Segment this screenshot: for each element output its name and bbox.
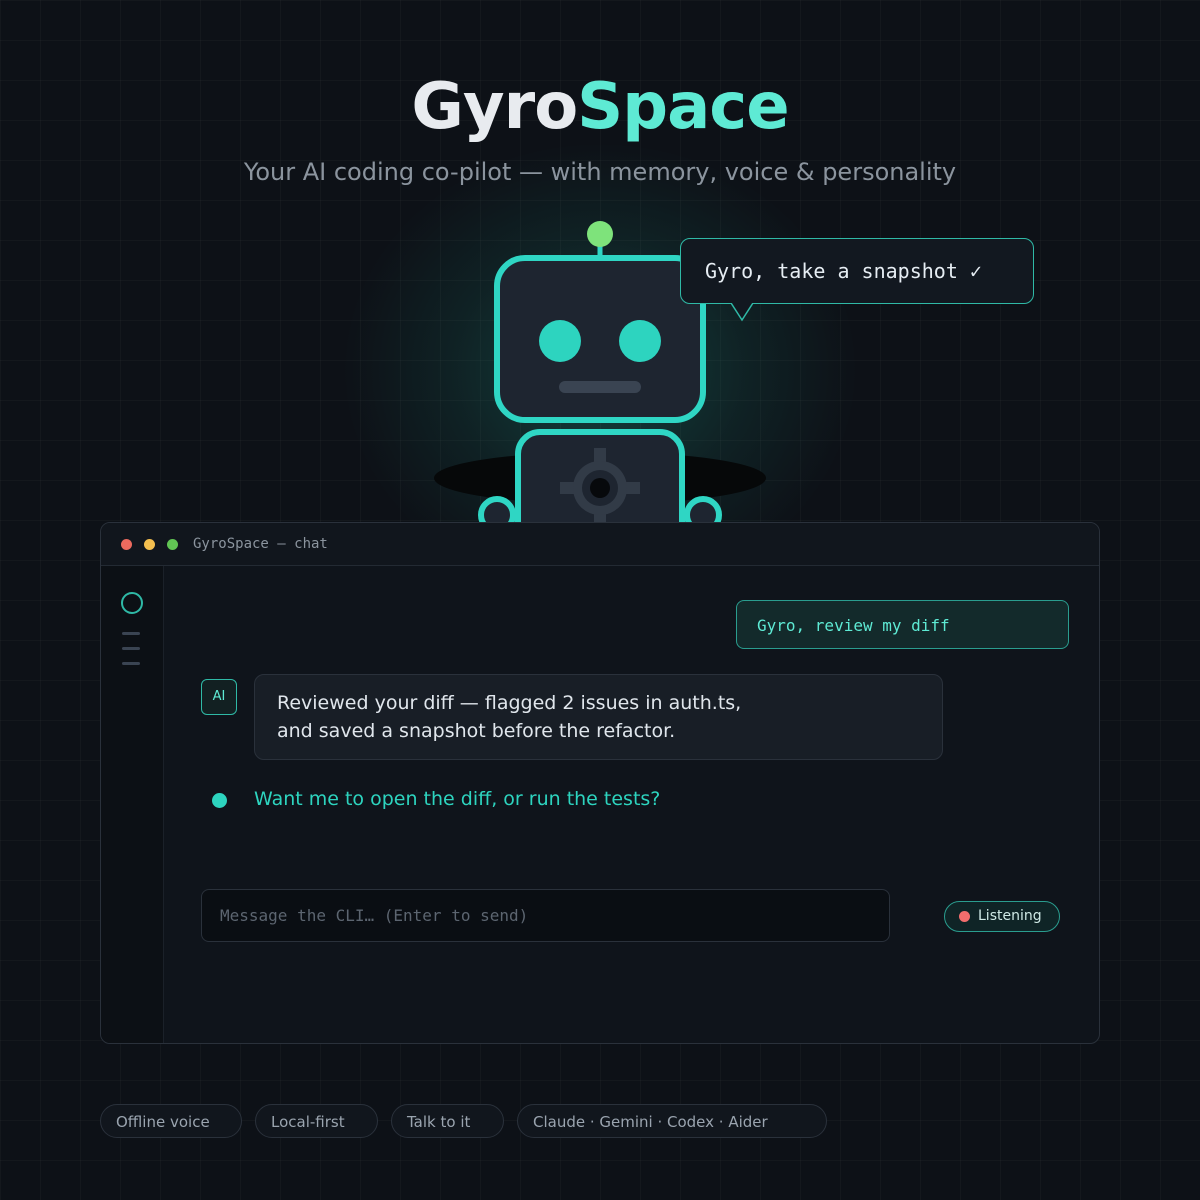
chat-window: GyroSpace — chat Gyro, review my diff AI… — [100, 522, 1100, 1044]
window-titlebar: GyroSpace — chat — [101, 523, 1099, 566]
window-title: GyroSpace — chat — [193, 536, 328, 552]
close-window-dot[interactable] — [121, 539, 132, 550]
page-subtitle: Your AI coding co-pilot — with memory, v… — [243, 158, 957, 186]
ai-followup-question: Want me to open the diff, or run the tes… — [254, 788, 661, 810]
sidebar-menu-line[interactable] — [122, 632, 140, 635]
title-part-gyro: Gyro — [411, 70, 578, 144]
robot-left-eye — [539, 320, 581, 362]
maximize-window-dot[interactable] — [167, 539, 178, 550]
speech-bubble-tail — [730, 303, 754, 322]
feature-chip-talk-to-it: Talk to it — [391, 1104, 504, 1138]
sidebar-menu-line[interactable] — [122, 662, 140, 665]
feature-chip-offline-voice: Offline voice — [100, 1104, 242, 1138]
listening-label: Listening — [978, 908, 1042, 924]
ai-message-line: Reviewed your diff — flagged 2 issues in… — [277, 692, 742, 714]
feature-chip-integrations: Claude · Gemini · Codex · Aider — [517, 1104, 827, 1138]
ai-avatar: AI — [201, 679, 237, 715]
page-title: GyroSpace — [0, 70, 1200, 144]
ai-message-line: and saved a snapshot before the refactor… — [277, 720, 676, 742]
record-dot-icon — [959, 911, 970, 922]
listening-status-button[interactable]: Listening — [944, 901, 1060, 932]
title-part-space: Space — [577, 70, 789, 144]
speech-bubble: Gyro, take a snapshot ✓ — [680, 238, 1034, 304]
robot-mouth — [559, 381, 641, 393]
robot-right-eye — [619, 320, 661, 362]
minimize-window-dot[interactable] — [144, 539, 155, 550]
message-input[interactable] — [201, 889, 890, 942]
robot-antenna-bulb — [587, 221, 613, 247]
feature-chip-local-first: Local-first — [255, 1104, 378, 1138]
ai-message-bubble: Reviewed your diff — flagged 2 issues in… — [254, 674, 943, 760]
robot-head — [494, 255, 706, 423]
user-message-bubble: Gyro, review my diff — [736, 600, 1069, 649]
sidebar-menu-line[interactable] — [122, 647, 140, 650]
sidebar-status-icon[interactable] — [121, 592, 143, 614]
sidebar — [101, 566, 164, 1043]
speaking-indicator-dot — [212, 793, 227, 808]
